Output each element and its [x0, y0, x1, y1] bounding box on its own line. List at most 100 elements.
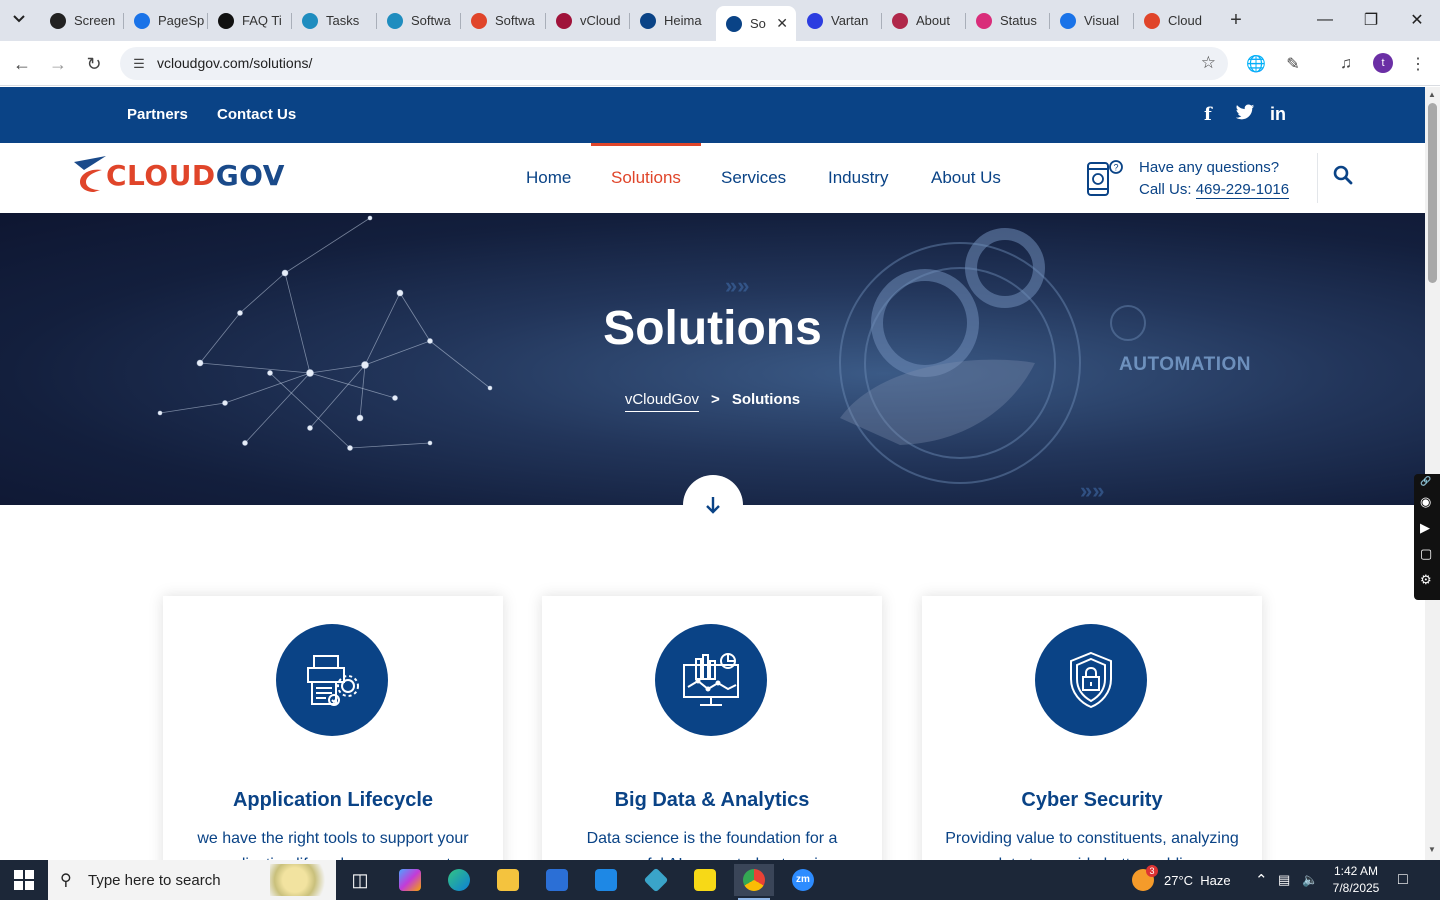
video-icon[interactable]: ▶	[1420, 520, 1430, 536]
browser-tab[interactable]: About	[882, 6, 966, 35]
breadcrumb-current: Solutions	[731, 391, 801, 408]
tab-favicon-icon	[726, 15, 742, 32]
zoom-app[interactable]: zm	[783, 864, 823, 896]
search-icon: ⚲	[60, 872, 72, 889]
close-tab-icon[interactable]: ✕	[776, 15, 788, 32]
browser-tab[interactable]: Heima	[630, 6, 716, 35]
card-description: Data science is the foundation for a suc…	[586, 830, 838, 860]
browser-tab[interactable]: Softwa	[377, 6, 461, 35]
new-tab-button[interactable]: +	[1224, 8, 1248, 32]
scroll-down-arrow-icon[interactable]: ▼	[1428, 845, 1436, 854]
browser-tab-strip: Screen PageSp FAQ Ti Tasks Softwa Softwa vClou…	[0, 0, 1440, 41]
taskbar-search[interactable]: ⚲ Type here to search	[48, 860, 336, 900]
contact-us-link[interactable]: Contact Us	[217, 106, 296, 123]
scrollbar-thumb[interactable]	[1428, 103, 1437, 283]
browser-tab[interactable]: Tasks	[292, 6, 377, 35]
tab-title: Status	[1000, 13, 1037, 28]
tab-separator	[207, 13, 208, 29]
phone-link[interactable]: 469-229-1016	[1195, 181, 1290, 199]
folder-icon	[497, 869, 519, 891]
notification-icon[interactable]: □	[1398, 860, 1408, 900]
partners-link[interactable]: Partners	[127, 106, 188, 123]
browser-tab[interactable]: Status	[966, 6, 1050, 35]
logo-text-cloud: CLOUD	[106, 158, 216, 192]
browser-tab[interactable]: Vartan	[797, 6, 882, 35]
solution-card-cyber-security[interactable]: Cyber Security Providing value to consti…	[922, 596, 1262, 860]
minimize-button[interactable]: —	[1302, 0, 1348, 40]
tab-search-button[interactable]	[6, 6, 32, 32]
tab-separator	[965, 13, 966, 29]
media-control-icon[interactable]: ♫	[1334, 52, 1358, 76]
more-menu-icon[interactable]: ⋮	[1406, 52, 1430, 76]
site-search-button[interactable]	[1333, 165, 1359, 191]
link-icon[interactable]: 🔗	[1420, 476, 1431, 487]
facebook-icon[interactable]: f	[1204, 104, 1212, 125]
tab-favicon-icon	[1060, 12, 1076, 29]
twitter-icon[interactable]	[1235, 104, 1255, 126]
scroll-down-button[interactable]	[683, 475, 743, 535]
sticky-notes-app[interactable]	[685, 864, 725, 896]
weather-widget[interactable]: 3 27°C Haze	[1132, 860, 1231, 900]
task-view-icon: ◫	[351, 869, 369, 890]
store-app[interactable]	[537, 864, 577, 896]
task-view-button[interactable]: ◫	[340, 864, 380, 896]
windows-taskbar: ⚲ Type here to search ◫ zm 3 27°C Haze ⌃…	[0, 860, 1440, 900]
site-logo[interactable]: CLOUDGOV	[72, 155, 285, 195]
browser-tab[interactable]: PageSp	[124, 6, 208, 35]
nav-solutions[interactable]: Solutions	[611, 168, 681, 188]
browser-tab[interactable]: So ✕	[716, 6, 796, 41]
breadcrumb: vCloudGov > Solutions	[0, 391, 1425, 412]
start-button[interactable]	[0, 860, 48, 900]
arrow-down-icon	[706, 497, 720, 514]
nav-about-us[interactable]: About Us	[931, 168, 1001, 188]
forward-button[interactable]: →	[44, 50, 72, 78]
shield-lock-icon	[1070, 651, 1112, 709]
profile-avatar[interactable]: t	[1373, 53, 1393, 73]
translate-icon[interactable]: 🌐	[1244, 52, 1268, 76]
tab-favicon-icon	[218, 12, 234, 29]
solution-card-big-data[interactable]: Big Data & Analytics Data science is the…	[542, 596, 882, 860]
vpn-app[interactable]	[636, 864, 676, 896]
bookmark-star-icon[interactable]: ☆	[1201, 53, 1216, 73]
hero-background-text: AUTOMATION	[1119, 354, 1252, 375]
mail-app[interactable]	[586, 864, 626, 896]
browser-tab[interactable]: Cloud	[1134, 6, 1218, 35]
close-window-button[interactable]: ✕	[1394, 0, 1440, 40]
chrome-app[interactable]	[734, 864, 774, 900]
reload-button[interactable]: ↻	[80, 50, 108, 78]
maximize-button[interactable]: ❐	[1348, 0, 1394, 40]
extensions-icon[interactable]: ✎	[1281, 52, 1305, 76]
copilot-app[interactable]	[390, 864, 430, 896]
nav-home[interactable]: Home	[526, 168, 571, 188]
network-icon[interactable]: ▤	[1278, 860, 1290, 900]
browser-tab[interactable]: Softwa	[461, 6, 546, 35]
edge-app[interactable]	[439, 864, 479, 896]
volume-icon[interactable]: 🔈	[1302, 860, 1318, 900]
file-explorer-app[interactable]	[488, 864, 528, 896]
address-bar[interactable]: ☰ vcloudgov.com/solutions/ ☆	[120, 47, 1228, 80]
nav-industry[interactable]: Industry	[828, 168, 888, 188]
taskbar-clock[interactable]: 1:42 AM 7/8/2025	[1326, 863, 1386, 897]
linkedin-icon[interactable]: in	[1270, 104, 1286, 125]
browser-tab[interactable]: FAQ Ti	[208, 6, 292, 35]
tab-title: Cloud	[1168, 13, 1202, 28]
nav-services[interactable]: Services	[721, 168, 786, 188]
browser-tab[interactable]: Screen	[40, 6, 124, 35]
active-menu-indicator	[591, 143, 701, 146]
solution-card-app-lifecycle[interactable]: Application Lifecycle we have the right …	[163, 596, 503, 860]
browser-tab[interactable]: vCloud	[546, 6, 630, 35]
tab-favicon-icon	[387, 12, 403, 29]
window-icon[interactable]: ▢	[1420, 546, 1432, 562]
breadcrumb-home-link[interactable]: vCloudGov	[624, 391, 700, 412]
gear-icon[interactable]: ⚙	[1420, 572, 1432, 588]
search-icon	[1333, 165, 1353, 185]
tab-title: Screen	[74, 13, 116, 28]
scroll-up-arrow-icon[interactable]: ▲	[1428, 90, 1436, 99]
svg-text:?: ?	[1114, 163, 1119, 173]
camera-icon[interactable]: ◉	[1420, 494, 1431, 510]
show-hidden-icons[interactable]: ⌃	[1255, 860, 1268, 900]
url-text[interactable]: vcloudgov.com/solutions/	[157, 55, 312, 71]
browser-tab[interactable]: Visual	[1050, 6, 1134, 35]
site-info-icon[interactable]: ☰	[130, 55, 148, 73]
back-button[interactable]: ←	[8, 50, 36, 78]
